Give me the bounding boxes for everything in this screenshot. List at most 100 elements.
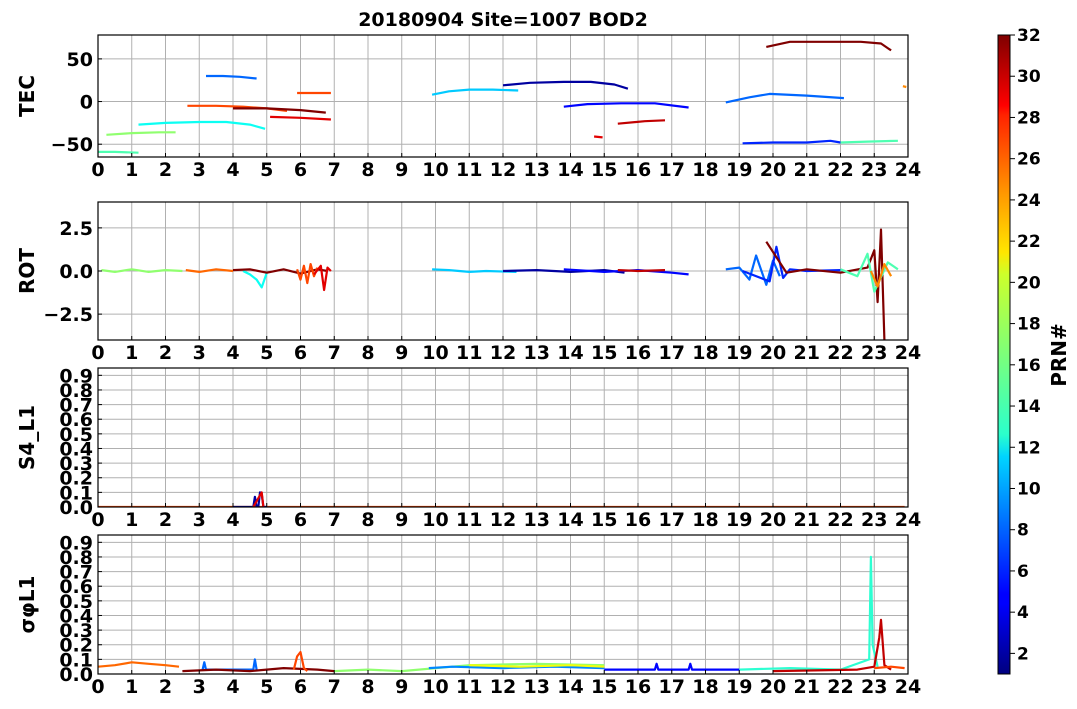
x-tick-label: 8	[361, 676, 374, 698]
x-tick-label: 2	[159, 676, 172, 698]
x-tick-label: 19	[726, 509, 752, 531]
y-tick-label: −2.5	[43, 304, 93, 326]
x-tick-label: 7	[328, 509, 341, 531]
x-tick-label: 11	[456, 509, 482, 531]
x-tick-label: 24	[895, 342, 921, 364]
x-tick-label: 21	[794, 159, 820, 181]
x-tick-label: 10	[422, 342, 448, 364]
x-tick-label: 21	[794, 342, 820, 364]
colorbar-tick-label: 22	[1017, 232, 1041, 252]
series-line-prn-30	[617, 269, 666, 273]
x-tick-label: 7	[328, 342, 341, 364]
x-tick-label: 14	[557, 676, 583, 698]
x-tick-label: 17	[659, 159, 685, 181]
colorbar-tick-label: 28	[1017, 108, 1041, 128]
x-tick-label: 1	[125, 159, 138, 181]
x-tick-label: 20	[760, 342, 786, 364]
x-tick-label: 9	[395, 676, 408, 698]
x-tick-label: 0	[91, 342, 104, 364]
x-tick-label: 14	[557, 509, 583, 531]
x-tick-label: 6	[294, 676, 307, 698]
panel-rot: 0 1 2 3 4 5 6 7 8 9 10 11 12 13 14 15 16 17 18 19 20 21 22 23 24…	[15, 201, 921, 364]
x-tick-label: 15	[591, 159, 617, 181]
x-tick-label: 18	[692, 509, 718, 531]
y-axis-label: σφL1	[15, 576, 39, 634]
x-tick-label: 12	[490, 342, 516, 364]
series-line-prn-29	[593, 135, 603, 139]
colorbar-tick-label: 30	[1017, 67, 1041, 87]
series-line-prn-15	[840, 139, 898, 144]
y-tick-label: 0.9	[59, 532, 93, 554]
x-tick-label: 1	[125, 676, 138, 698]
x-tick-label: 6	[294, 342, 307, 364]
x-tick-label: 10	[422, 159, 448, 181]
x-tick-label: 0	[91, 159, 104, 181]
x-tick-label: 5	[260, 342, 273, 364]
x-tick-label: 22	[827, 509, 853, 531]
x-tick-label: 10	[422, 509, 448, 531]
y-tick-label: −50	[51, 134, 93, 156]
series-line-prn-32	[765, 228, 886, 340]
colorbar-tick-label: 16	[1017, 356, 1041, 376]
x-tick-label: 12	[490, 159, 516, 181]
x-tick-label: 19	[726, 676, 752, 698]
x-tick-label: 17	[659, 509, 685, 531]
series-line-prn-25	[185, 268, 234, 273]
series-line-prn-5	[563, 102, 689, 109]
x-tick-label: 23	[861, 159, 887, 181]
series-line-prn-14	[739, 555, 879, 671]
x-tick-label: 24	[895, 676, 921, 698]
series-line-prn-6	[742, 139, 841, 145]
series-group	[98, 491, 905, 507]
x-tick-label: 3	[193, 159, 206, 181]
x-tick-label: 2	[159, 159, 172, 181]
x-tick-label: 6	[294, 509, 307, 531]
x-tick-label: 19	[726, 159, 752, 181]
series-line-prn-20	[469, 664, 605, 668]
x-tick-label: 11	[456, 342, 482, 364]
y-axis-label: ROT	[15, 248, 39, 294]
y-tick-label: 0	[80, 92, 93, 114]
x-tick-label: 5	[260, 159, 273, 181]
x-tick-label: 16	[625, 509, 651, 531]
x-tick-label: 20	[760, 509, 786, 531]
x-tick-label: 3	[193, 342, 206, 364]
x-tick-label: 4	[226, 509, 239, 531]
series-line-prn-8	[206, 74, 257, 80]
x-tick-label: 3	[193, 676, 206, 698]
series-line-prn-32	[766, 40, 892, 52]
series-group	[101, 228, 899, 340]
y-axis-label: TEC	[15, 75, 39, 117]
x-tick-label: 0	[91, 509, 104, 531]
series-line-prn-6	[742, 245, 841, 283]
x-tick-label: 10	[422, 676, 448, 698]
x-tick-label: 9	[395, 509, 408, 531]
colorbar-label: PRN#	[1047, 323, 1071, 387]
colorbar-tick-label: 32	[1017, 26, 1041, 46]
series-line-prn-2	[502, 80, 629, 90]
series-group	[98, 555, 905, 673]
x-tick-label: 24	[895, 509, 921, 531]
x-tick-label: 20	[760, 159, 786, 181]
x-tick-label: 15	[591, 509, 617, 531]
colorbar-scale	[997, 34, 1011, 675]
x-tick-label: 21	[794, 509, 820, 531]
y-tick-label: 2.5	[59, 218, 93, 240]
colorbar-tick-label: 14	[1017, 397, 1041, 417]
x-tick-label: 19	[726, 342, 752, 364]
x-tick-label: 22	[827, 159, 853, 181]
x-tick-label: 16	[625, 676, 651, 698]
x-tick-label: 24	[895, 159, 921, 181]
x-tick-label: 13	[524, 159, 550, 181]
x-tick-label: 12	[490, 676, 516, 698]
x-tick-label: 17	[659, 676, 685, 698]
x-tick-label: 6	[294, 159, 307, 181]
y-tick-label: 0.9	[59, 365, 93, 387]
x-tick-label: 13	[524, 509, 550, 531]
y-axis-label: S4_L1	[15, 405, 39, 470]
x-tick-label: 2	[159, 342, 172, 364]
x-tick-label: 17	[659, 342, 685, 364]
x-tick-label: 8	[361, 159, 374, 181]
x-tick-label: 3	[193, 509, 206, 531]
x-tick-label: 23	[861, 509, 887, 531]
